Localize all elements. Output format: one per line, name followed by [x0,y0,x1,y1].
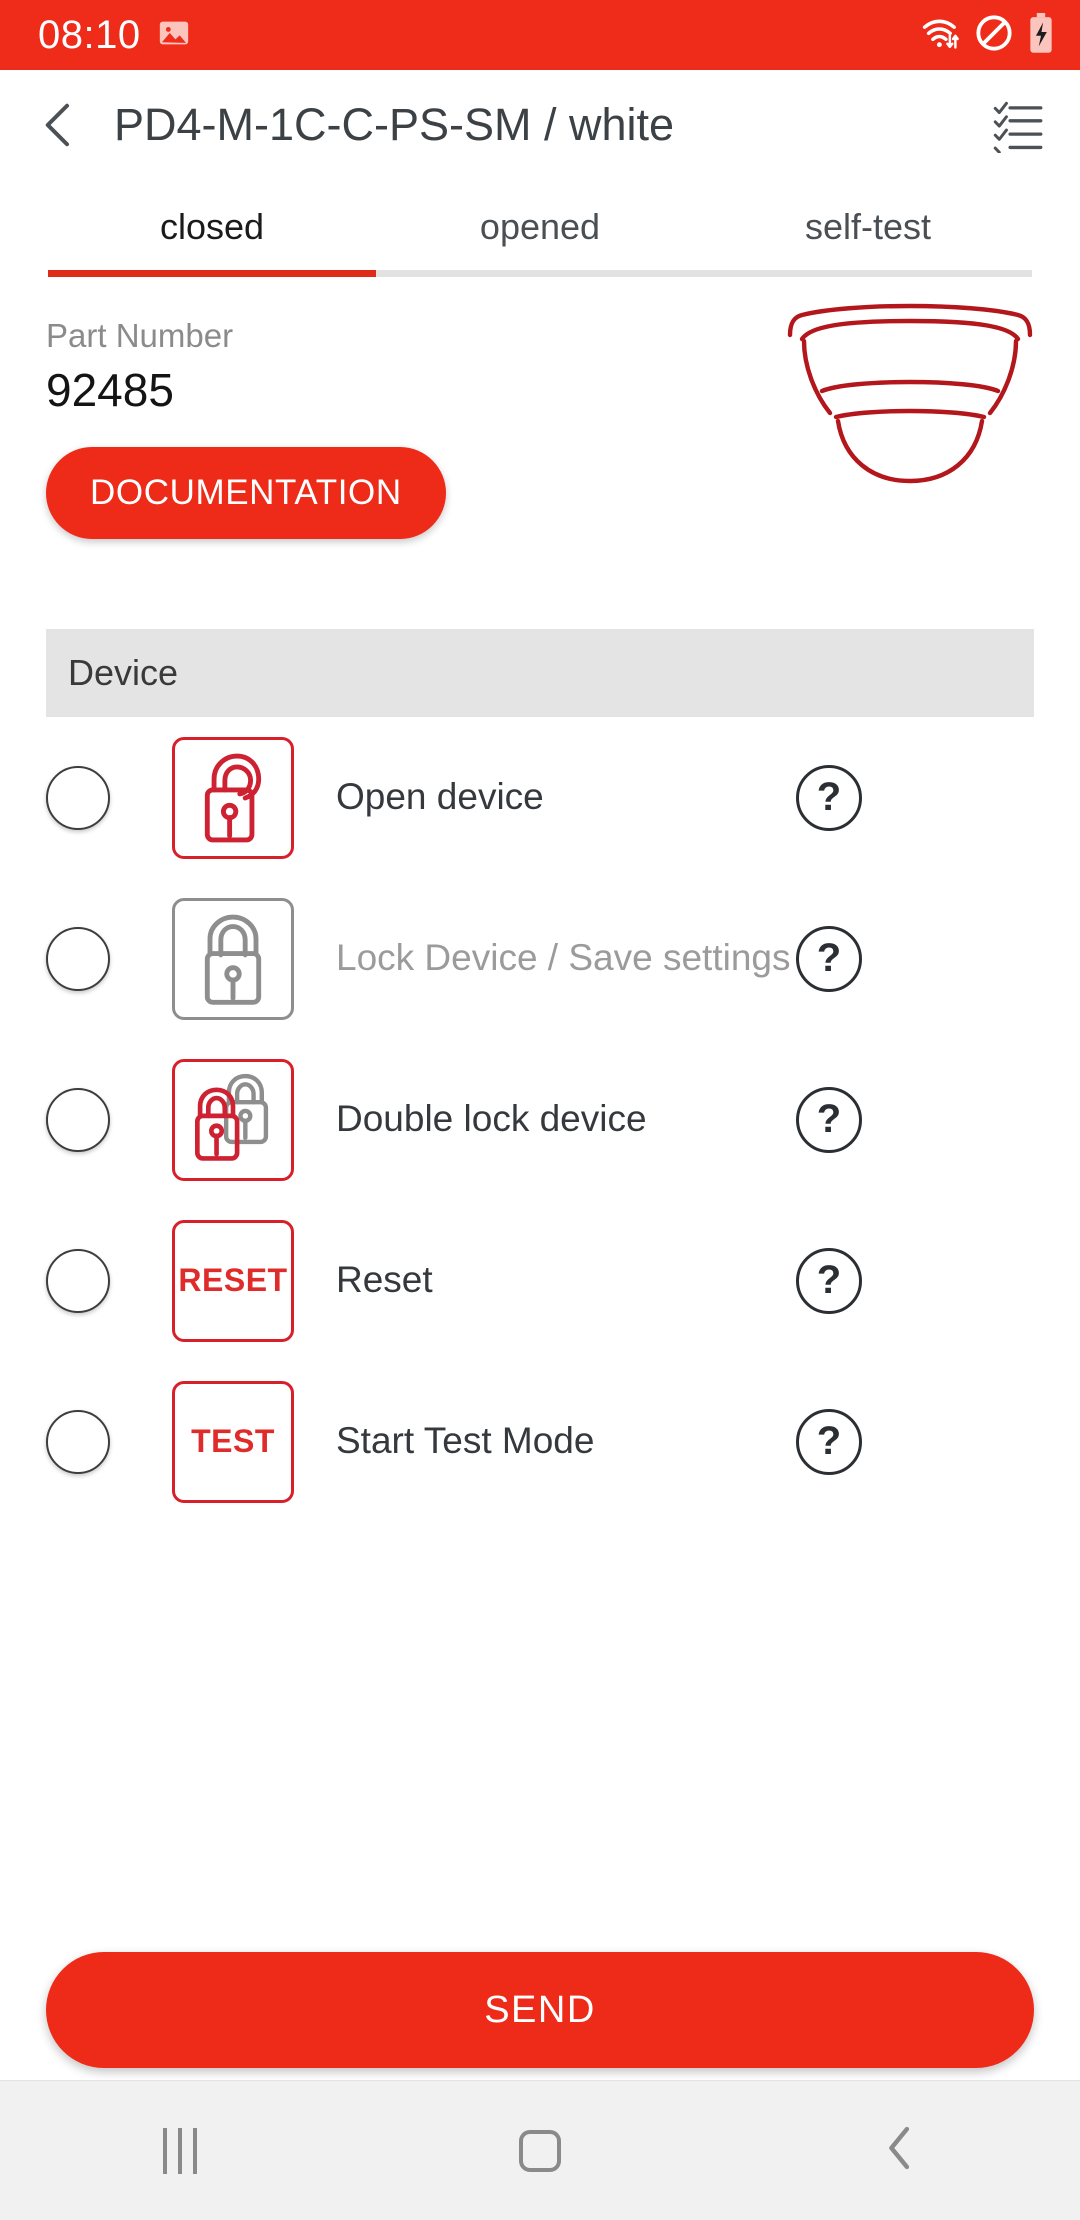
recents-icon [163,2127,197,2174]
ceiling-presence-detector-icon [780,287,1040,487]
radio-start-test-mode[interactable] [46,1409,110,1474]
part-number-block: Part Number 92485 DOCUMENTATION [46,317,446,539]
command-list: Open device ? Lock Device / Save setting… [0,717,1080,1522]
radio-double-lock-device[interactable] [46,1087,110,1152]
reset-icon-label: RESET [178,1262,288,1298]
help-button[interactable]: ? [796,764,862,831]
section-header-device: Device [46,629,1034,717]
wifi-data-icon [920,14,960,57]
android-nav-bar [0,2080,1080,2220]
tab-active-indicator [48,270,376,277]
list-item[interactable]: TEST Start Test Mode ? [46,1361,1034,1522]
send-bar: SEND [0,1952,1080,2068]
status-bar: 08:10 [0,0,1080,70]
battery-charging-icon [1028,12,1054,59]
test-icon-label: TEST [191,1423,275,1459]
reset-text-icon[interactable]: RESET [172,1219,294,1342]
padlock-closed-icon[interactable] [172,897,294,1020]
list-item-label: Reset [336,1259,433,1301]
status-time: 08:10 [38,12,141,57]
radio-lock-device[interactable] [46,926,110,991]
test-text-icon[interactable]: TEST [172,1380,294,1503]
status-bar-left: 08:10 [38,13,191,58]
tab-closed[interactable]: closed [48,206,376,270]
home-square-icon [519,2129,561,2172]
section-header-label: Device [68,652,179,693]
list-item[interactable]: Lock Device / Save settings ? [46,878,1034,1039]
radio-open-device[interactable] [46,765,110,830]
padlock-open-icon[interactable] [172,736,294,859]
list-item[interactable]: RESET Reset ? [46,1200,1034,1361]
tab-self-test[interactable]: self-test [704,206,1032,270]
do-not-disturb-icon [974,13,1014,58]
help-button[interactable]: ? [796,1086,862,1153]
list-item-label: Open device [336,776,544,818]
nav-back-button[interactable] [720,2081,1080,2220]
documentation-button[interactable]: DOCUMENTATION [46,447,446,539]
help-button[interactable]: ? [796,1247,862,1314]
double-padlock-icon[interactable] [172,1058,294,1181]
nav-recents-button[interactable] [0,2081,360,2220]
tab-track [48,270,1032,277]
nav-home-button[interactable] [360,2081,720,2220]
checklist-icon[interactable] [990,97,1046,154]
app-bar: PD4-M-1C-C-PS-SM / white [0,70,1080,180]
list-item-label: Start Test Mode [336,1420,595,1462]
radio-reset[interactable] [46,1248,110,1313]
product-info: Part Number 92485 DOCUMENTATION [0,277,1080,539]
list-item-label: Lock Device / Save settings [336,937,791,979]
tab-bar: closed opened self-test [0,206,1080,270]
help-button[interactable]: ? [796,925,862,992]
list-item[interactable]: Open device ? [46,717,1034,878]
part-number-value: 92485 [46,364,174,416]
help-button[interactable]: ? [796,1408,862,1475]
part-number-label: Part Number [46,317,234,354]
tab-opened[interactable]: opened [376,206,704,270]
status-bar-right [920,12,1054,59]
send-button[interactable]: SEND [46,1952,1034,2068]
list-item[interactable]: Double lock device ? [46,1039,1034,1200]
back-button[interactable] [32,97,88,153]
chevron-left-icon [878,2124,922,2177]
page-title: PD4-M-1C-C-PS-SM / white [114,99,675,150]
list-item-label: Double lock device [336,1098,647,1140]
image-icon [157,16,191,55]
